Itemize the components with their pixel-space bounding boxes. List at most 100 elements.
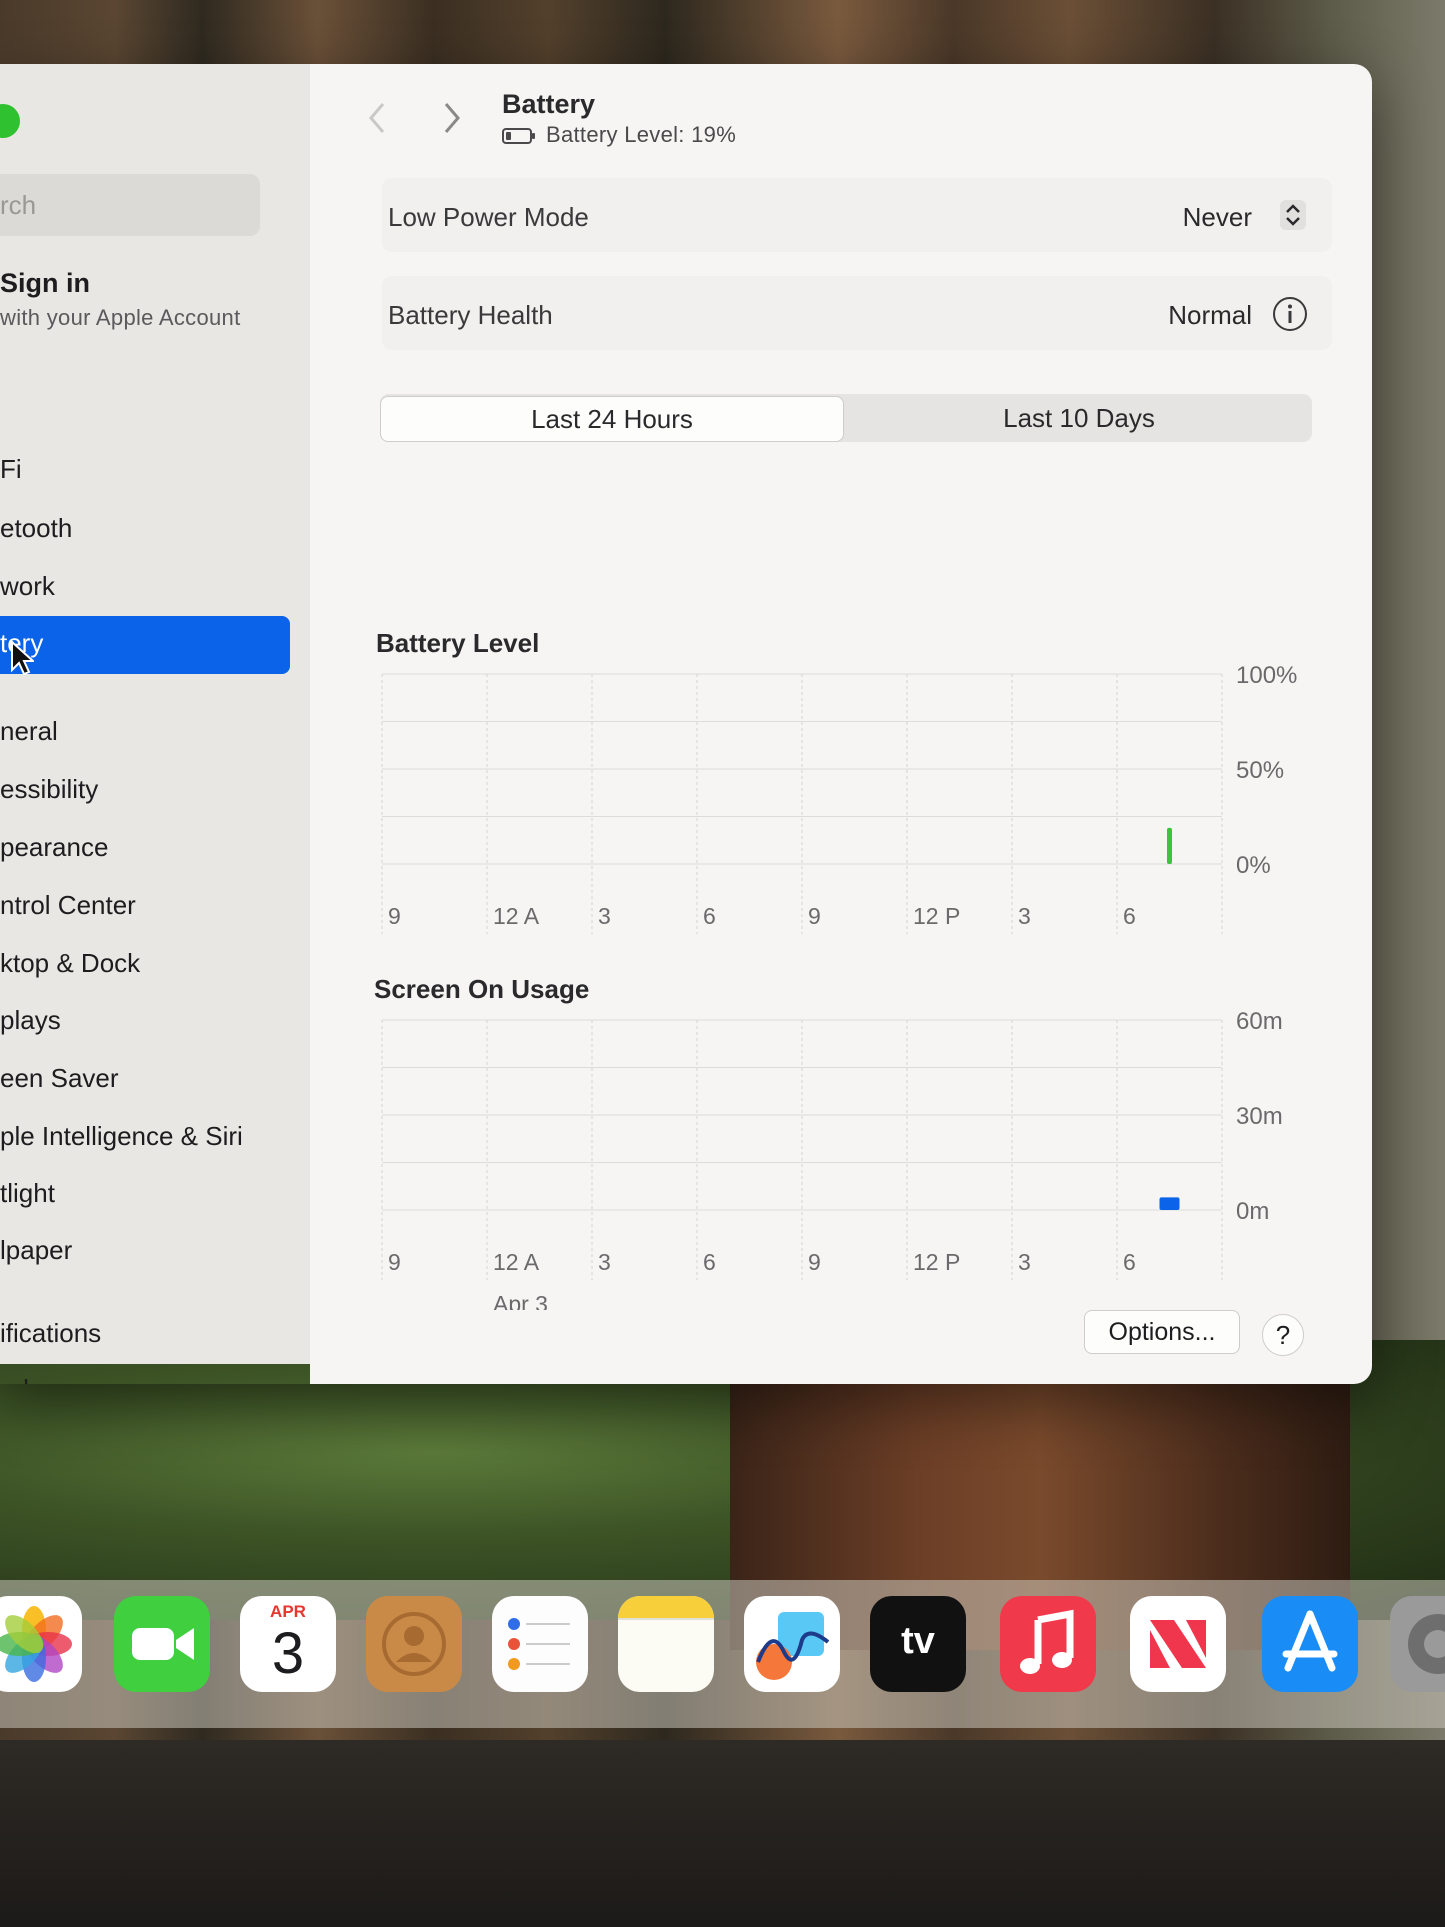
- y-tick-label: 50%: [1236, 757, 1284, 784]
- x-tick-label: 12 P: [913, 903, 960, 929]
- battery-level-text: Battery Level: 19%: [546, 122, 737, 147]
- screen-on-usage-chart-title: Screen On Usage: [374, 974, 590, 1004]
- tab-last-24-hours[interactable]: Last 24 Hours: [380, 396, 844, 442]
- y-tick-label: 60m: [1236, 1010, 1283, 1035]
- back-chevron-icon[interactable]: [365, 100, 389, 136]
- sidebar-item-battery[interactable]: tery: [0, 616, 290, 676]
- dock: APR 3 tv: [0, 1580, 1445, 1728]
- x-tick-label: 3: [1018, 1249, 1031, 1275]
- photos-flower-icon: [0, 1606, 72, 1682]
- app-store-a-icon: [1282, 1610, 1338, 1672]
- sidebar-item-screen-saver[interactable]: een Saver: [0, 1063, 119, 1094]
- sidebar-item-appearance[interactable]: pearance: [0, 832, 108, 863]
- notes-app-icon[interactable]: [618, 1596, 714, 1692]
- battery-level-chart-title: Battery Level: [376, 628, 540, 658]
- chart-grid: [381, 673, 1223, 934]
- music-note-icon: [1020, 1609, 1074, 1674]
- facetime-app-icon[interactable]: [114, 1596, 210, 1692]
- x-tick-label: 6: [1123, 1249, 1136, 1275]
- music-app-icon[interactable]: [1000, 1596, 1096, 1692]
- zoom-window-button[interactable]: [0, 104, 20, 138]
- battery-settings-pane: Battery Battery Level: 19% Low Power Mod…: [310, 64, 1372, 1384]
- sidebar-item-spotlight[interactable]: tlight: [0, 1178, 55, 1209]
- sidebar-item-desktop-dock[interactable]: ktop & Dock: [0, 948, 140, 979]
- sidebar-item-accessibility[interactable]: essibility: [0, 774, 98, 805]
- low-power-mode-row: Low Power Mode Never: [382, 178, 1332, 252]
- info-icon[interactable]: [1272, 296, 1308, 332]
- help-button[interactable]: ?: [1262, 1314, 1304, 1356]
- x-tick-label: 12 A: [493, 1249, 540, 1275]
- sidebar-item-wifi[interactable]: Fi: [0, 454, 22, 485]
- options-button[interactable]: Options...: [1084, 1310, 1240, 1354]
- news-app-icon[interactable]: [1130, 1596, 1226, 1692]
- data-bar: [1167, 827, 1172, 864]
- sign-in-title: Sign in: [0, 268, 90, 298]
- y-tick-label: 0%: [1236, 852, 1271, 879]
- sign-in-subtitle: with your Apple Account: [0, 305, 241, 330]
- search-field[interactable]: rch: [0, 174, 260, 236]
- sidebar-item-apple-intelligence-siri[interactable]: ple Intelligence & Siri: [0, 1121, 243, 1152]
- sidebar-item-control-center[interactable]: ntrol Center: [0, 890, 136, 921]
- calendar-day: 3: [271, 1621, 305, 1686]
- gear-icon: [1408, 1614, 1445, 1674]
- sidebar-item-general[interactable]: neral: [0, 716, 58, 747]
- page-title: Battery: [502, 89, 596, 119]
- sidebar: rch Sign in with your Apple Account Fi e…: [0, 64, 310, 1384]
- person-icon: [382, 1612, 446, 1676]
- sidebar-item-wallpaper[interactable]: lpaper: [0, 1235, 72, 1266]
- battery-health-row: Battery Health Normal: [382, 276, 1332, 350]
- apple-tv-label: tv: [901, 1620, 935, 1662]
- calendar-app-icon[interactable]: APR 3: [240, 1596, 336, 1692]
- contacts-app-icon[interactable]: [366, 1596, 462, 1692]
- x-tick-label: 9: [388, 903, 401, 929]
- sidebar-item-displays[interactable]: plays: [0, 1005, 61, 1036]
- freeform-app-icon[interactable]: [744, 1596, 840, 1692]
- x-tick-label: 6: [703, 1249, 716, 1275]
- battery-icon: [502, 128, 535, 145]
- system-settings-window: rch Sign in with your Apple Account Fi e…: [0, 64, 1372, 1384]
- battery-health-label: Battery Health: [388, 300, 553, 330]
- x-tick-label: 9: [388, 1249, 401, 1275]
- x-tick-label: 12 P: [913, 1249, 960, 1275]
- desk-surface: [0, 1740, 1445, 1927]
- battery-level-status: Battery Level: 19%: [502, 122, 736, 148]
- y-tick-label: 0m: [1236, 1198, 1269, 1225]
- tab-last-10-days[interactable]: Last 10 Days: [848, 396, 1310, 440]
- system-settings-app-icon[interactable]: [1390, 1596, 1445, 1692]
- app-store-app-icon[interactable]: [1262, 1596, 1358, 1692]
- y-tick-label: 100%: [1236, 664, 1297, 689]
- battery-level-chart: 100% 50% 0% 9 12 A 3 6 9 12 P 3 6: [381, 664, 1297, 934]
- low-power-mode-label: Low Power Mode: [388, 202, 589, 232]
- x-date-label: Apr 3: [493, 1291, 548, 1310]
- sidebar-item-notifications[interactable]: ifications: [0, 1318, 101, 1349]
- low-power-mode-value[interactable]: Never: [1183, 202, 1252, 233]
- search-placeholder: rch: [0, 190, 37, 220]
- x-tick-label: 9: [808, 1249, 821, 1275]
- video-camera-icon: [132, 1628, 194, 1660]
- time-range-segmented-control: Last 24 Hours Last 10 Days: [380, 394, 1312, 442]
- mouse-pointer-icon: [11, 640, 34, 676]
- x-tick-label: 12 A: [493, 903, 540, 929]
- y-tick-label: 30m: [1236, 1103, 1283, 1130]
- x-tick-label: 3: [1018, 903, 1031, 929]
- apple-tv-app-icon[interactable]: tv: [870, 1596, 966, 1692]
- screen-on-usage-chart: 60m 30m 0m 9 12 A 3 6 9 12 P 3 6 Apr 3: [381, 1010, 1283, 1310]
- forward-chevron-icon[interactable]: [440, 100, 464, 136]
- popup-stepper-icon[interactable]: [1280, 200, 1306, 230]
- x-tick-label: 9: [808, 903, 821, 929]
- notepad-icon: [618, 1596, 714, 1620]
- data-bar: [1159, 1197, 1180, 1210]
- sign-in-section[interactable]: Sign in with your Apple Account: [0, 268, 241, 331]
- sidebar-item-bluetooth[interactable]: etooth: [0, 513, 72, 544]
- reminders-app-icon[interactable]: [492, 1596, 588, 1692]
- photos-app-icon[interactable]: [0, 1596, 82, 1692]
- battery-health-value: Normal: [1168, 300, 1252, 330]
- news-n-icon: [1150, 1620, 1206, 1668]
- checklist-icon: [508, 1618, 570, 1670]
- sidebar-item-network[interactable]: work: [0, 571, 55, 602]
- chart-grid: [381, 1019, 1223, 1280]
- calendar-month: APR: [270, 1602, 306, 1621]
- x-tick-label: 3: [598, 903, 611, 929]
- sidebar-item-sound[interactable]: nd: [0, 1374, 29, 1384]
- x-tick-label: 3: [598, 1249, 611, 1275]
